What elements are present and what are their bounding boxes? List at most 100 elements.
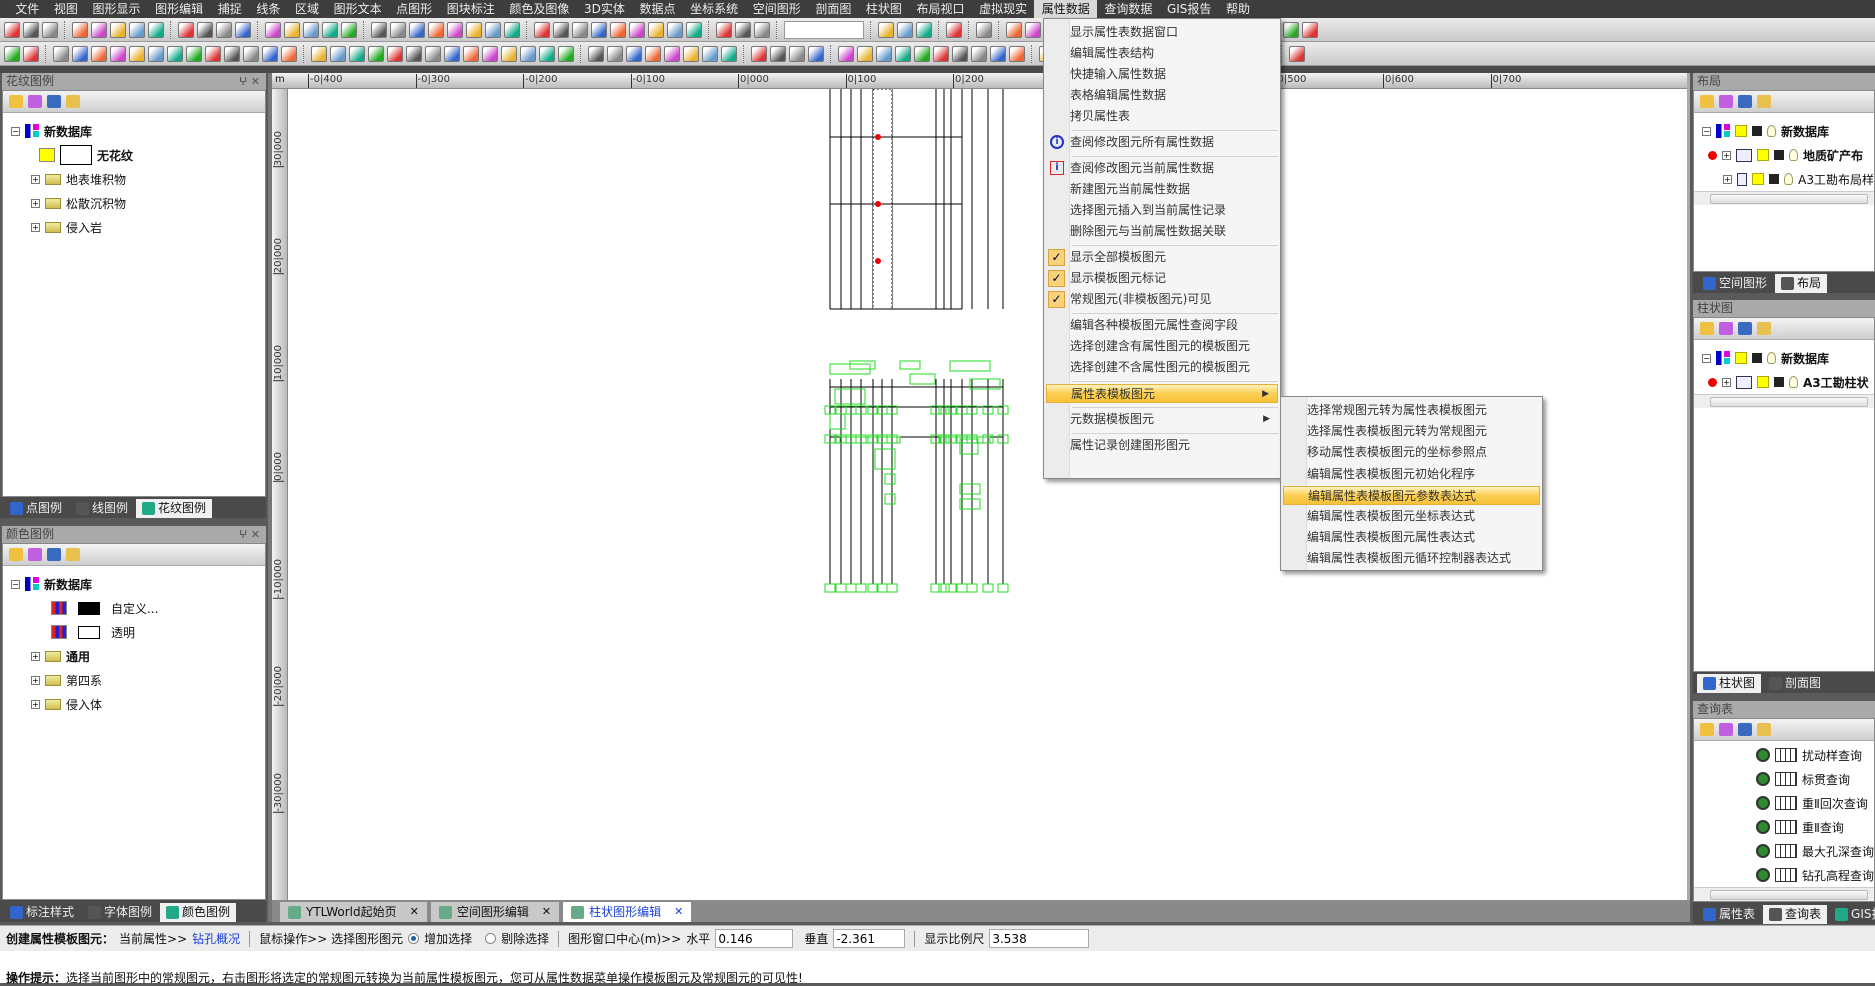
menu-item[interactable]: 新建图元当前属性数据 bbox=[1046, 180, 1278, 199]
menu-item[interactable]: 编辑属性表模板图元参数表达式 bbox=[1283, 485, 1540, 505]
vertical-input[interactable] bbox=[833, 929, 906, 948]
lock-icon[interactable] bbox=[1774, 150, 1784, 160]
node-1-icon[interactable] bbox=[444, 45, 460, 62]
menu-16[interactable]: 柱状图 bbox=[859, 0, 910, 18]
menu-item[interactable]: 编辑属性表结构 bbox=[1046, 44, 1278, 63]
frame-2-icon[interactable] bbox=[553, 21, 569, 38]
folder-icon[interactable] bbox=[1757, 723, 1771, 736]
node-4-icon[interactable] bbox=[501, 45, 517, 62]
horizontal-scrollbar[interactable] bbox=[1694, 394, 1874, 408]
tab-0[interactable]: 空间图形 bbox=[1697, 274, 1773, 293]
query-item[interactable]: 重Ⅱ查询 bbox=[1756, 815, 1874, 839]
lock-icon[interactable] bbox=[1769, 174, 1780, 184]
visible-icon[interactable] bbox=[1757, 149, 1769, 161]
tab-2[interactable]: 颜色图例 bbox=[160, 903, 237, 922]
collapse-toggle[interactable]: − bbox=[1702, 126, 1711, 136]
lock-icon[interactable] bbox=[1774, 377, 1784, 387]
menu-8[interactable]: 点图形 bbox=[389, 0, 440, 18]
expand-toggle[interactable]: + bbox=[31, 699, 40, 709]
radio-remove-selection[interactable] bbox=[485, 933, 497, 944]
bulb-icon[interactable] bbox=[1767, 125, 1776, 137]
scale-icon[interactable] bbox=[406, 45, 422, 62]
numbering-icon[interactable] bbox=[1025, 21, 1041, 38]
expand-toggle[interactable]: + bbox=[31, 174, 40, 184]
collapse-toggle[interactable]: − bbox=[11, 126, 20, 136]
doc-tab-2[interactable]: 柱状图形编辑 ✕ bbox=[563, 902, 692, 922]
menu-item[interactable]: 元数据模板图元 ▶ bbox=[1046, 410, 1278, 429]
tree-item[interactable]: 自定义... bbox=[11, 596, 265, 620]
node-5-icon[interactable] bbox=[520, 45, 536, 62]
menu-item[interactable]: ✓ 显示全部模板图元 bbox=[1046, 248, 1278, 267]
tab-0[interactable]: 柱状图 bbox=[1697, 674, 1762, 693]
print-icon[interactable] bbox=[197, 21, 213, 38]
undo-icon[interactable] bbox=[129, 21, 145, 38]
menu-10[interactable]: 颜色及图像 bbox=[502, 0, 577, 18]
label-1-icon[interactable] bbox=[265, 21, 281, 38]
menu-9[interactable]: 图块标注 bbox=[439, 0, 502, 18]
pan-icon[interactable] bbox=[53, 45, 69, 62]
visible-icon[interactable] bbox=[1757, 376, 1769, 388]
attr-3-icon[interactable] bbox=[876, 45, 892, 62]
tree-item[interactable]: + 通用 bbox=[11, 644, 265, 668]
frame-4-icon[interactable] bbox=[591, 21, 607, 38]
tab-0[interactable]: 标注样式 bbox=[4, 903, 80, 922]
visible-icon[interactable] bbox=[1752, 173, 1765, 185]
refresh-icon[interactable] bbox=[1700, 723, 1714, 736]
radio-add-label[interactable]: 增加选择 bbox=[424, 930, 472, 947]
menu-19[interactable]: 属性数据 bbox=[1034, 0, 1098, 18]
menu-1[interactable]: 视图 bbox=[47, 0, 86, 18]
folder-icon[interactable] bbox=[66, 95, 80, 108]
expand-toggle[interactable]: + bbox=[1723, 174, 1732, 184]
frame-1-icon[interactable] bbox=[534, 21, 550, 38]
zoom-3-icon[interactable] bbox=[205, 45, 221, 62]
mirror-icon[interactable] bbox=[425, 45, 441, 62]
box-2-icon[interactable] bbox=[808, 45, 824, 62]
line-1-icon[interactable] bbox=[371, 21, 387, 38]
menu-item[interactable]: 快捷输入属性数据 bbox=[1046, 65, 1278, 84]
menu-item[interactable]: 移动属性表模板图元的坐标参照点 bbox=[1283, 443, 1540, 462]
attr-9-icon[interactable] bbox=[990, 45, 1006, 62]
tab-1[interactable]: 字体图例 bbox=[82, 903, 158, 922]
menu-item[interactable]: 拷贝属性表 bbox=[1046, 107, 1278, 126]
tree-item[interactable]: 无花纹 bbox=[11, 143, 265, 167]
attr-4-icon[interactable] bbox=[895, 45, 911, 62]
zoom-7-icon[interactable] bbox=[281, 45, 297, 62]
save-icon[interactable] bbox=[42, 21, 58, 38]
bullets-icon[interactable] bbox=[1006, 21, 1022, 38]
text-4-icon[interactable] bbox=[1289, 45, 1305, 62]
menu-17[interactable]: 布局视口 bbox=[909, 0, 972, 18]
zoom-4-icon[interactable] bbox=[224, 45, 240, 62]
expand-toggle[interactable]: + bbox=[31, 651, 40, 661]
parallelogram-icon[interactable] bbox=[626, 45, 642, 62]
menu-item[interactable]: 编辑属性表模板图元循环控制器表达式 bbox=[1283, 549, 1540, 568]
new-item-icon[interactable] bbox=[47, 95, 61, 108]
refresh-icon[interactable] bbox=[9, 95, 23, 108]
node-3-icon[interactable] bbox=[482, 45, 498, 62]
find-icon[interactable] bbox=[1719, 95, 1733, 108]
ellipse-icon[interactable] bbox=[664, 45, 680, 62]
menu-item[interactable]: 选择创建不含属性图元的模板图元 bbox=[1046, 358, 1278, 377]
menu-item[interactable]: 编辑属性表模板图元属性表达式 bbox=[1283, 528, 1540, 547]
menu-item[interactable]: 选择常规图元转为属性表模板图元 bbox=[1283, 401, 1540, 420]
tab-1[interactable]: 线图例 bbox=[70, 499, 134, 518]
label-2-icon[interactable] bbox=[284, 21, 300, 38]
new-item-icon[interactable] bbox=[47, 548, 61, 561]
hatch-icon[interactable] bbox=[539, 45, 555, 62]
attr-10-icon[interactable] bbox=[1009, 45, 1025, 62]
menu-0[interactable]: 文件 bbox=[8, 0, 47, 18]
menu-item[interactable]: 显示属性表数据窗口 bbox=[1046, 23, 1278, 42]
tab-0[interactable]: 点图例 bbox=[4, 499, 68, 518]
find-icon[interactable] bbox=[1719, 723, 1733, 736]
new-item-icon[interactable] bbox=[1738, 95, 1752, 108]
horizontal-scrollbar[interactable] bbox=[1694, 887, 1874, 901]
query-item[interactable]: 标贯查询 bbox=[1756, 767, 1874, 791]
splitter[interactable] bbox=[268, 73, 272, 922]
attr-2-icon[interactable] bbox=[857, 45, 873, 62]
frame-7-icon[interactable] bbox=[648, 21, 664, 38]
paste-icon[interactable] bbox=[110, 21, 126, 38]
pointer-help-icon[interactable] bbox=[235, 21, 251, 38]
align-right-icon[interactable] bbox=[916, 21, 932, 38]
frame-5-icon[interactable] bbox=[610, 21, 626, 38]
table-3-icon[interactable] bbox=[754, 21, 770, 38]
info-icon[interactable] bbox=[4, 45, 20, 62]
